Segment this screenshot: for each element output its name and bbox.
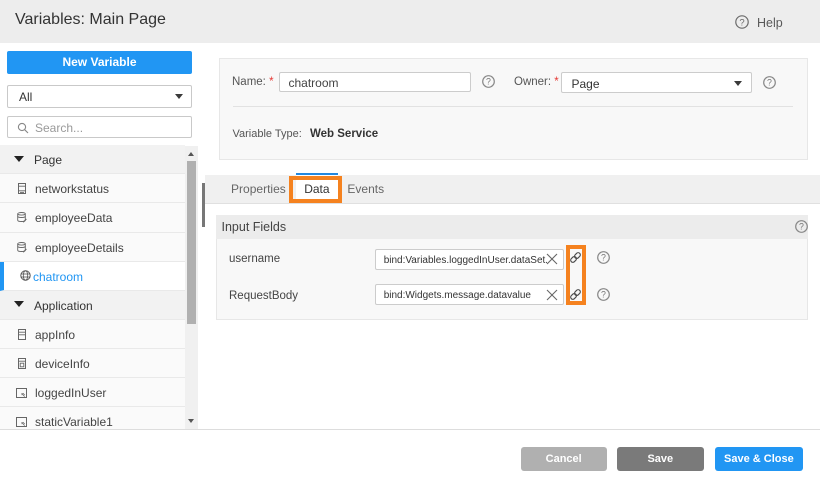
svg-text:?: ? [767,77,772,87]
svg-text:?: ? [739,17,744,28]
svg-text:?: ? [799,222,804,232]
svg-text:?: ? [486,76,491,86]
svg-text:?: ? [601,253,606,263]
svg-text:?: ? [601,290,606,300]
